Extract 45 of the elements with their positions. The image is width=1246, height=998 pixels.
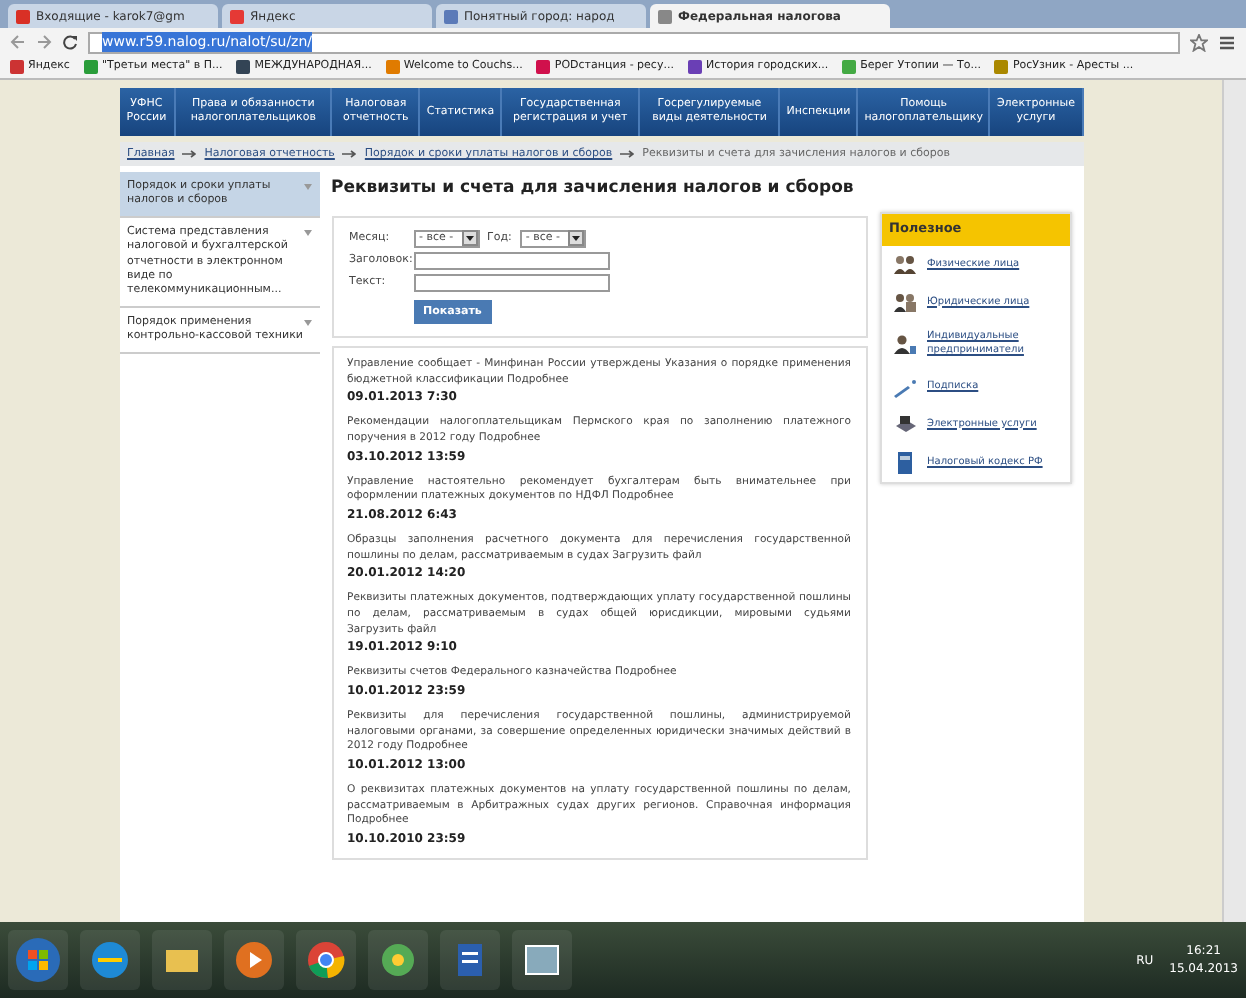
favicon-icon	[236, 60, 251, 74]
dropdown-arrow-icon[interactable]	[567, 230, 584, 247]
taskbar-button[interactable]	[80, 930, 140, 990]
pen-icon	[891, 375, 917, 398]
taskbar-button[interactable]	[224, 930, 284, 990]
media-player-icon	[230, 936, 278, 984]
chrome-icon	[302, 936, 350, 984]
input-field[interactable]	[413, 273, 609, 292]
taskbar-button[interactable]	[152, 930, 212, 990]
windows-start-icon	[14, 936, 62, 984]
taskbar-button[interactable]	[440, 930, 500, 990]
forward-icon[interactable]	[36, 34, 52, 50]
taskbar-button[interactable]	[8, 930, 68, 990]
favicon-icon	[385, 60, 400, 74]
favicon-icon	[994, 60, 1009, 74]
scrollbar[interactable]	[1222, 80, 1246, 922]
favicon-icon	[536, 60, 551, 74]
chevron-icon	[303, 184, 311, 190]
favicon-icon	[842, 60, 857, 74]
favicon-icon	[658, 9, 672, 23]
dropdown-arrow-icon[interactable]	[461, 230, 477, 247]
menu-icon[interactable]	[1218, 33, 1236, 51]
page-title: Реквизиты и счета для зачисления налогов и сборов	[331, 176, 856, 202]
people-icon	[891, 291, 917, 314]
browser-icon	[86, 936, 134, 984]
people-icon	[891, 253, 917, 276]
favicon-icon	[10, 60, 24, 74]
favicon-icon	[230, 9, 244, 23]
arrow-icon	[342, 150, 357, 158]
chevron-icon	[303, 319, 311, 326]
person-icon	[891, 333, 917, 356]
taskbar-button[interactable]	[296, 930, 356, 990]
taskbar-button[interactable]	[512, 930, 572, 990]
arrow-icon	[182, 150, 197, 158]
favicon-icon	[83, 60, 98, 74]
reload-icon[interactable]	[62, 34, 78, 50]
favicon-icon	[687, 60, 702, 74]
star-icon[interactable]	[1190, 33, 1208, 51]
favicon-icon	[16, 9, 30, 23]
chevron-icon	[303, 230, 311, 237]
input-field[interactable]	[413, 251, 609, 270]
favicon-icon	[444, 9, 458, 23]
arrow-icon	[620, 150, 635, 158]
back-icon[interactable]	[10, 34, 26, 50]
taskbar-button[interactable]	[368, 930, 428, 990]
